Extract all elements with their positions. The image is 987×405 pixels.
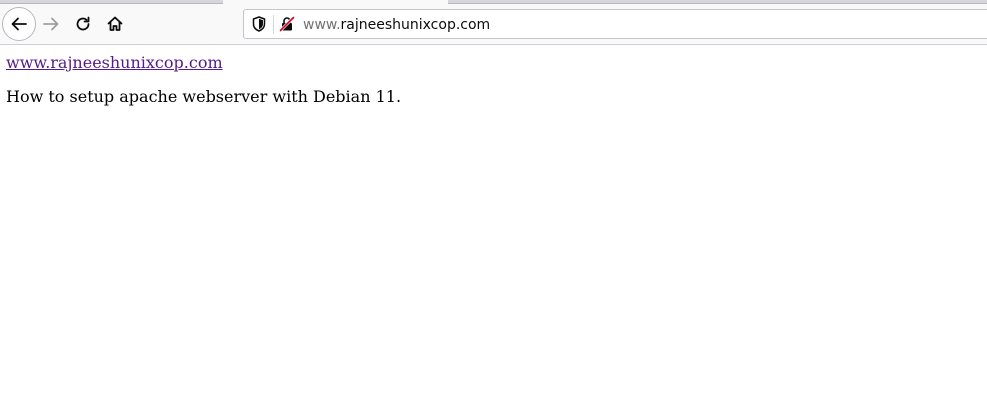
browser-toolbar: www.rajneeshunixcop.com — [0, 0, 987, 45]
urlbar-separator — [273, 15, 274, 34]
tab-strip-right[interactable] — [448, 0, 987, 4]
reload-icon — [76, 16, 90, 31]
home-icon — [107, 16, 123, 31]
site-link[interactable]: www.rajneeshunixcop.com — [6, 53, 223, 72]
shield-icon — [252, 16, 266, 32]
page-paragraph: How to setup apache webserver with Debia… — [6, 87, 402, 106]
back-button[interactable] — [2, 7, 36, 41]
url-text[interactable]: www.rajneeshunixcop.com — [303, 16, 490, 34]
site-security-button[interactable] — [278, 15, 296, 33]
home-button[interactable] — [99, 8, 131, 40]
forward-button[interactable] — [35, 8, 67, 40]
insecure-connection-icon — [279, 16, 295, 32]
back-arrow-icon — [11, 17, 27, 31]
tracking-protection-button[interactable] — [250, 15, 268, 33]
url-prefix: www. — [303, 17, 341, 33]
url-domain: rajneeshunixcop.com — [340, 17, 491, 33]
page-body: www.rajneeshunixcop.com How to setup apa… — [0, 45, 987, 106]
forward-arrow-icon — [43, 17, 59, 31]
tab-strip-left[interactable] — [0, 0, 223, 4]
reload-button[interactable] — [67, 8, 99, 40]
address-bar[interactable]: www.rajneeshunixcop.com — [243, 9, 987, 39]
